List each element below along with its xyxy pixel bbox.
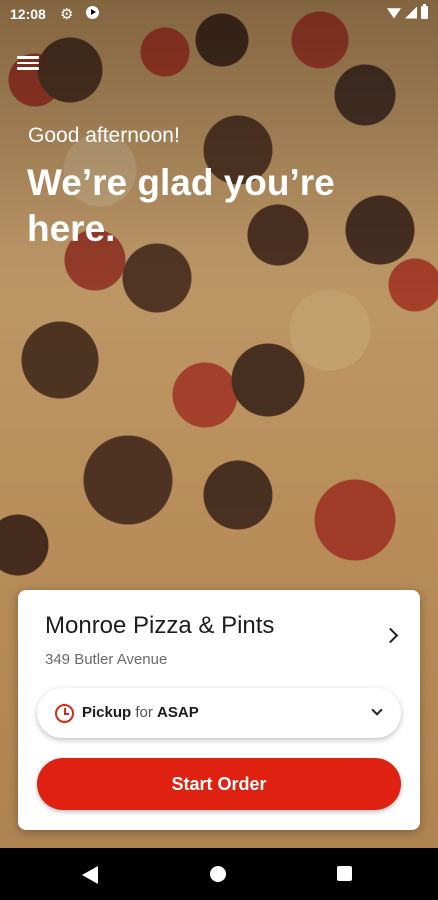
battery-icon [421,4,428,19]
system-navigation-bar [0,848,438,900]
order-card: Monroe Pizza & Pints 349 Butler Avenue P… [18,590,420,830]
order-type-selector[interactable]: Pickup for ASAP [37,688,401,738]
back-icon[interactable] [82,866,98,884]
status-indicators [387,4,428,19]
order-type-value: Pickup [82,704,132,721]
settings-gear-icon: ⚙ [60,6,74,23]
status-time: 12:08 [10,6,46,22]
hamburger-menu-icon[interactable] [17,53,39,73]
for-text: for [135,704,153,721]
greeting-text: Good afternoon! [28,124,180,147]
clock-icon [55,704,74,723]
wifi-icon [387,8,401,19]
chevron-right-icon[interactable] [382,627,399,644]
restaurant-name[interactable]: Monroe Pizza & Pints [45,612,274,640]
home-icon[interactable] [210,866,226,882]
status-bar: 12:08 ⚙ [0,0,438,30]
order-time-value: ASAP [157,704,199,721]
order-type-label: Pickup for ASAP [82,704,199,721]
chevron-down-icon [371,704,383,716]
recent-apps-icon[interactable] [337,866,352,881]
restaurant-address: 349 Butler Avenue [45,651,168,668]
play-store-icon [86,6,99,19]
cell-signal-icon [405,6,417,19]
welcome-headline: We’re glad you’re here. [27,162,335,249]
start-order-button[interactable]: Start Order [37,758,401,810]
